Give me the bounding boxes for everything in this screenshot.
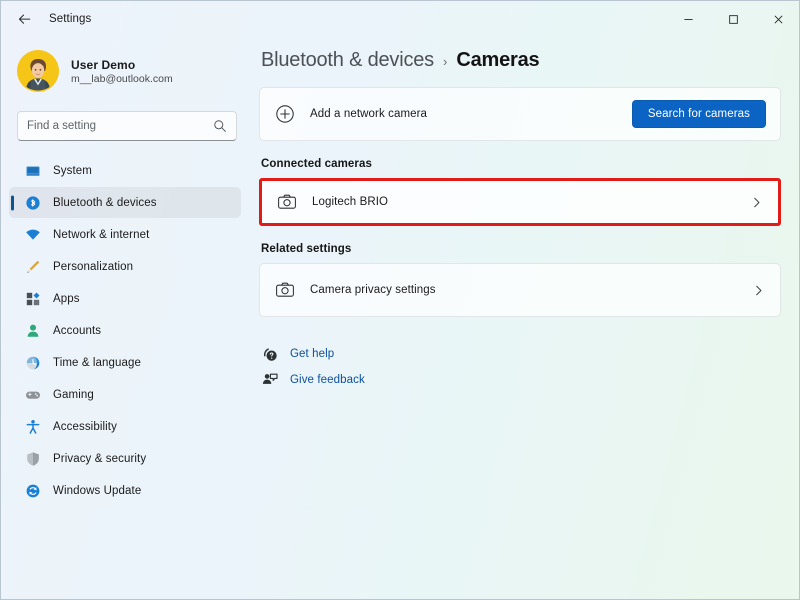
search-icon (213, 119, 227, 133)
chevron-right-icon (750, 284, 766, 297)
minimize-button[interactable] (666, 1, 711, 37)
sidebar-item-personalization[interactable]: Personalization (9, 251, 241, 282)
paintbrush-icon (25, 259, 41, 275)
sidebar-item-label: Time & language (53, 357, 141, 369)
sidebar-item-system[interactable]: System (9, 155, 241, 186)
related-settings-heading: Related settings (261, 243, 781, 255)
person-icon (25, 323, 41, 339)
chevron-right-icon (748, 196, 764, 209)
plus-circle-icon (274, 103, 296, 125)
update-refresh-icon (25, 483, 41, 499)
get-help-label: Get help (290, 348, 334, 360)
apps-grid-icon (25, 291, 41, 307)
sidebar-item-label: Gaming (53, 389, 94, 401)
give-feedback-link[interactable]: Give feedback (261, 367, 365, 393)
sidebar-item-network-internet[interactable]: Network & internet (9, 219, 241, 250)
sidebar-item-label: Apps (53, 293, 80, 305)
maximize-button[interactable] (711, 1, 756, 37)
chevron-right-icon: › (443, 54, 447, 69)
sidebar-item-label: Personalization (53, 261, 133, 273)
titlebar: Settings (1, 1, 800, 37)
sidebar-item-windows-update[interactable]: Windows Update (9, 475, 241, 506)
sidebar-item-bluetooth-devices[interactable]: Bluetooth & devices (9, 187, 241, 218)
add-network-camera-label: Add a network camera (310, 108, 632, 120)
bluetooth-icon (25, 195, 41, 211)
sidebar-item-label: Accounts (53, 325, 101, 337)
minimize-icon (683, 14, 694, 25)
search-box[interactable] (17, 111, 237, 141)
sidebar: User Demo m__lab@outlook.com (1, 37, 249, 600)
camera-icon (276, 191, 298, 213)
settings-window: Settings (0, 0, 800, 600)
sidebar-nav: System Bluetooth & devices (9, 155, 241, 506)
clock-globe-icon (25, 355, 41, 371)
sidebar-item-label: Windows Update (53, 485, 141, 497)
footer-links: Get help Give feedback (259, 341, 781, 393)
user-avatar-icon (17, 50, 59, 92)
close-icon (773, 14, 784, 25)
back-button[interactable] (7, 4, 41, 34)
get-help-link[interactable]: Get help (261, 341, 334, 367)
camera-device-label: Logitech BRIO (312, 196, 748, 208)
sidebar-item-label: Accessibility (53, 421, 117, 433)
add-network-camera-row: Add a network camera Search for cameras (259, 87, 781, 141)
sidebar-item-apps[interactable]: Apps (9, 283, 241, 314)
sidebar-item-label: Privacy & security (53, 453, 146, 465)
profile-card[interactable]: User Demo m__lab@outlook.com (9, 37, 241, 99)
shield-icon (25, 451, 41, 467)
profile-email: m__lab@outlook.com (71, 73, 173, 85)
profile-name: User Demo (71, 58, 173, 72)
main-content: Bluetooth & devices › Cameras Add a netw… (249, 37, 800, 600)
maximize-icon (728, 14, 739, 25)
camera-privacy-settings-row[interactable]: Camera privacy settings (259, 263, 781, 317)
search-for-cameras-button[interactable]: Search for cameras (632, 100, 766, 128)
sidebar-item-label: System (53, 165, 92, 177)
connected-cameras-heading: Connected cameras (261, 158, 781, 170)
close-button[interactable] (756, 1, 800, 37)
page-title: Cameras (456, 49, 539, 72)
gamepad-icon (25, 387, 41, 403)
monitor-icon (25, 163, 41, 179)
camera-privacy-settings-label: Camera privacy settings (310, 284, 750, 296)
sidebar-item-time-language[interactable]: Time & language (9, 347, 241, 378)
profile-text: User Demo m__lab@outlook.com (71, 58, 173, 85)
wifi-icon (25, 227, 41, 243)
accessibility-icon (25, 419, 41, 435)
sidebar-item-privacy-security[interactable]: Privacy & security (9, 443, 241, 474)
help-question-icon (261, 346, 278, 363)
give-feedback-label: Give feedback (290, 374, 365, 386)
connected-cameras-highlight: Logitech BRIO (259, 178, 781, 226)
search-input[interactable] (27, 120, 213, 132)
sidebar-item-label: Bluetooth & devices (53, 197, 157, 209)
breadcrumb: Bluetooth & devices › Cameras (259, 49, 781, 72)
app-title: Settings (49, 13, 91, 25)
sidebar-item-gaming[interactable]: Gaming (9, 379, 241, 410)
feedback-icon (261, 372, 278, 389)
sidebar-item-accessibility[interactable]: Accessibility (9, 411, 241, 442)
sidebar-item-accounts[interactable]: Accounts (9, 315, 241, 346)
window-controls (666, 1, 800, 37)
back-arrow-icon (17, 12, 32, 27)
breadcrumb-parent[interactable]: Bluetooth & devices (261, 49, 434, 72)
camera-device-row[interactable]: Logitech BRIO (262, 181, 778, 223)
camera-icon (274, 279, 296, 301)
sidebar-item-label: Network & internet (53, 229, 149, 241)
avatar (17, 50, 59, 92)
